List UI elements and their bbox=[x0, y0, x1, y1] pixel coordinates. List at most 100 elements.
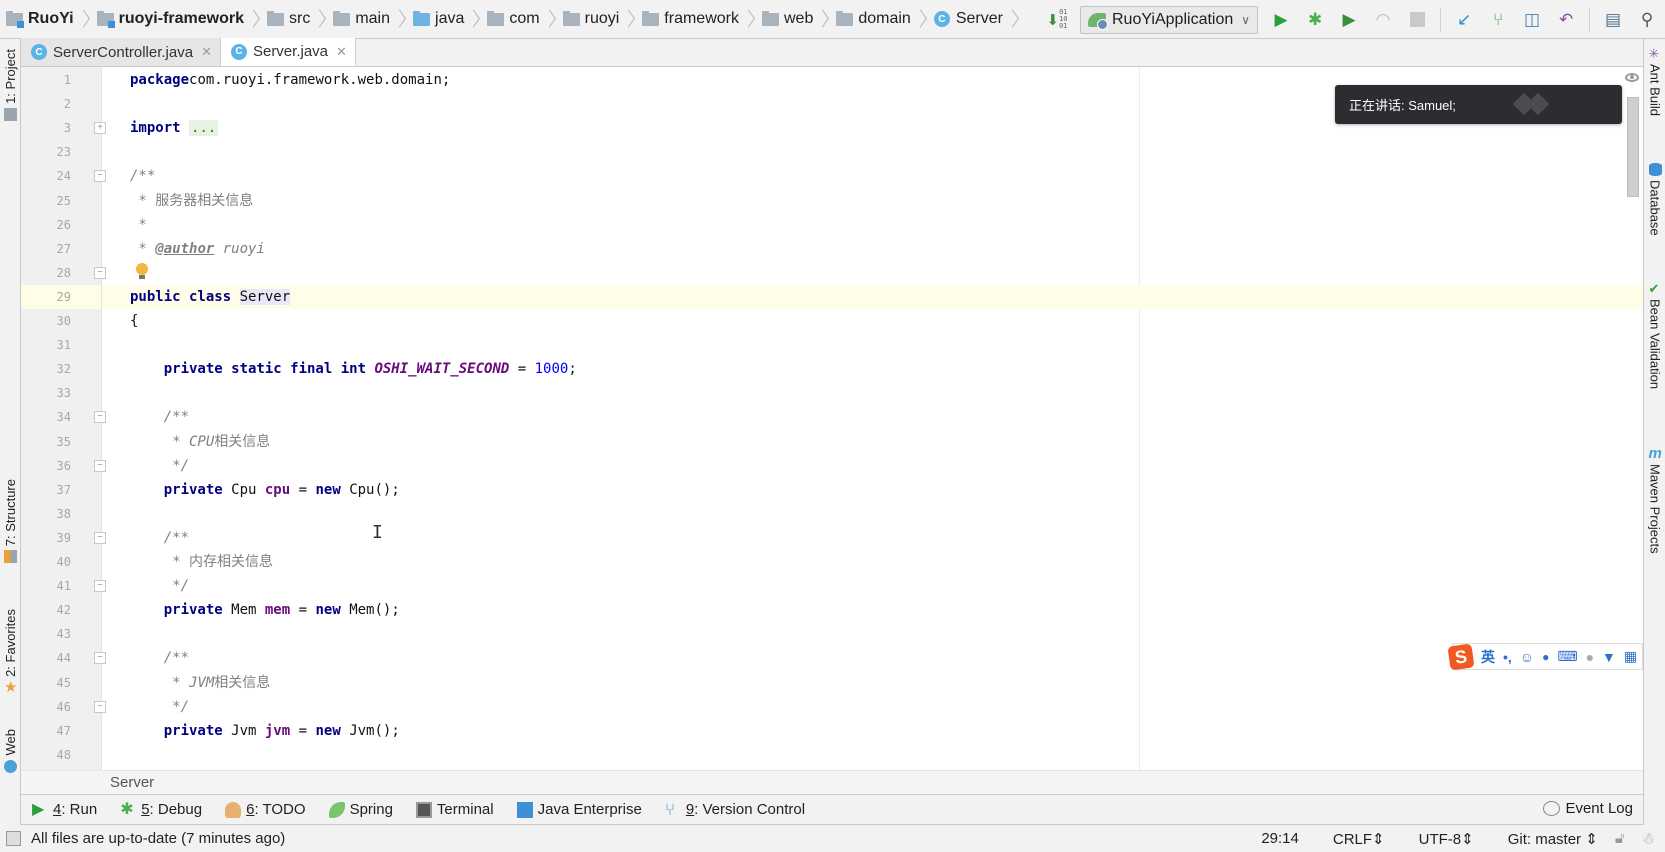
tool-tab-structure[interactable]: 7: Structure bbox=[0, 479, 21, 564]
gutter-row[interactable]: 47 bbox=[21, 719, 101, 743]
ime-skin-icon[interactable]: ▼ bbox=[1602, 649, 1616, 665]
gutter-row[interactable]: 44− bbox=[21, 646, 106, 670]
code-line[interactable] bbox=[102, 622, 1643, 646]
breadcrumb-item-ruoyi[interactable]: ruoyi bbox=[557, 0, 624, 39]
vcs-update-icon[interactable]: ↙ bbox=[1451, 7, 1477, 33]
code-line[interactable]: */ bbox=[102, 454, 1643, 478]
gutter-row[interactable]: 26 bbox=[21, 213, 101, 237]
code-line[interactable]: * @author ruoyi bbox=[102, 237, 1643, 261]
search-icon[interactable]: ⚲ bbox=[1634, 7, 1660, 33]
tool-window-run[interactable]: ▶ 4: Run bbox=[32, 801, 97, 818]
code-line[interactable]: /** bbox=[102, 405, 1643, 429]
ime-emoji-icon[interactable]: ☺ bbox=[1520, 649, 1534, 665]
vcs-commit-icon[interactable]: ⑂ bbox=[1485, 7, 1511, 33]
run-configuration-selector[interactable]: RuoYiApplication ∨ bbox=[1080, 5, 1259, 34]
code-line[interactable]: * 服务器相关信息 bbox=[102, 189, 1643, 213]
code-line[interactable]: { bbox=[102, 309, 1643, 333]
tool-window-java-enterprise[interactable]: Java Enterprise bbox=[516, 801, 642, 818]
tool-tab-database[interactable]: Database bbox=[1644, 163, 1665, 236]
tool-window-terminal[interactable]: Terminal bbox=[415, 801, 494, 818]
tool-tab-bean-validation[interactable]: ✔ Bean Validation bbox=[1644, 282, 1665, 389]
breadcrumb-item-framework[interactable]: framework bbox=[636, 0, 743, 39]
close-icon[interactable]: ✕ bbox=[336, 44, 347, 60]
gutter-row[interactable]: 38 bbox=[21, 502, 101, 526]
gutter-row[interactable]: 3 + bbox=[21, 116, 106, 140]
editor-breadcrumb-item[interactable]: Server bbox=[110, 774, 154, 791]
tool-windows-toggle-icon[interactable] bbox=[6, 831, 21, 846]
gutter-row[interactable]: 28− bbox=[21, 261, 106, 285]
code-line[interactable] bbox=[102, 743, 1643, 767]
code-line[interactable]: /** bbox=[102, 526, 1643, 550]
gutter-row[interactable]: 33 bbox=[21, 381, 101, 405]
code-line[interactable]: */ bbox=[102, 574, 1643, 598]
gutter-row[interactable]: 42 bbox=[21, 598, 101, 622]
ime-menu-icon[interactable]: ▦ bbox=[1624, 648, 1637, 665]
gutter-row[interactable]: 27 bbox=[21, 237, 101, 261]
gutter-row[interactable]: 34− bbox=[21, 405, 106, 429]
code-line[interactable] bbox=[102, 502, 1643, 526]
tool-window-version-control[interactable]: ⑂ 9: Version Control bbox=[665, 801, 805, 819]
ime-account-icon[interactable]: ● bbox=[1586, 649, 1594, 665]
breadcrumb-item-ruoyi-framework[interactable]: ruoyi-framework bbox=[91, 0, 248, 39]
code-line[interactable]: public class Server bbox=[102, 284, 1643, 309]
line-separator-selector[interactable]: CRLF⇕ bbox=[1316, 830, 1385, 848]
gutter-row[interactable]: 48 bbox=[21, 743, 101, 767]
ime-language-toggle[interactable]: 英 bbox=[1481, 647, 1495, 667]
tool-tab-favorites[interactable]: 2: Favorites ★ bbox=[0, 609, 21, 695]
code-line[interactable]: private Mem mem = new Mem(); bbox=[102, 598, 1643, 622]
close-icon[interactable]: ✕ bbox=[201, 44, 212, 60]
coverage-icon[interactable]: ▶ bbox=[1336, 7, 1362, 33]
breadcrumb-item-java[interactable]: java bbox=[407, 0, 468, 39]
build-icon[interactable]: ⬇ 01 10 01 bbox=[1044, 7, 1070, 33]
code-line[interactable]: * CPU相关信息 bbox=[102, 430, 1643, 454]
gutter-row[interactable]: 32 bbox=[21, 357, 101, 381]
tool-tab-project[interactable]: 1: Project bbox=[0, 49, 21, 121]
git-branch-selector[interactable]: Git: master ⇕ bbox=[1491, 830, 1598, 848]
profile-icon[interactable]: ◠ bbox=[1370, 7, 1396, 33]
gutter-row[interactable]: 40 bbox=[21, 550, 101, 574]
gutter-row[interactable]: 36− bbox=[21, 454, 106, 478]
sogou-logo-icon[interactable]: S bbox=[1447, 642, 1475, 671]
breadcrumb-item-server[interactable]: C Server bbox=[928, 0, 1007, 39]
breadcrumb-item-main[interactable]: main bbox=[327, 0, 394, 39]
tool-window-todo[interactable]: 6: TODO bbox=[225, 801, 306, 818]
code-line[interactable]: * JVM相关信息 bbox=[102, 671, 1643, 695]
ime-punctuation-icon[interactable]: •, bbox=[1503, 649, 1512, 665]
gutter-row[interactable]: 39− bbox=[21, 526, 106, 550]
code-editor[interactable]: 1 2 3 + 23 24− 25 26 27 28− 29 30 31 32 33 34− 35 36− 37 38… bbox=[21, 67, 1643, 770]
gutter-row[interactable]: 2 bbox=[21, 92, 101, 116]
debug-icon[interactable]: ✱ bbox=[1302, 7, 1328, 33]
ime-voice-icon[interactable]: ● bbox=[1542, 650, 1549, 664]
lightbulb-icon[interactable] bbox=[134, 262, 150, 281]
gutter-row[interactable]: 30 bbox=[21, 309, 101, 333]
vertical-scrollbar[interactable] bbox=[1627, 97, 1639, 197]
tool-window-debug[interactable]: ✱ 5: Debug bbox=[120, 801, 202, 818]
code-line[interactable]: /** bbox=[102, 164, 1643, 188]
caret-position[interactable]: 29:14 bbox=[1261, 830, 1299, 847]
code-line[interactable] bbox=[102, 333, 1643, 357]
lock-icon[interactable]: 🔓︎ bbox=[1615, 830, 1625, 847]
code-line[interactable] bbox=[102, 140, 1643, 164]
code-line[interactable]: * bbox=[102, 213, 1643, 237]
ime-keyboard-icon[interactable]: ⌨ bbox=[1557, 648, 1577, 665]
code-token[interactable]: ... bbox=[189, 120, 219, 137]
breadcrumb-item-com[interactable]: com bbox=[481, 0, 543, 39]
code-line[interactable]: * 内存相关信息 bbox=[102, 550, 1643, 574]
code-line[interactable]: */ bbox=[102, 695, 1643, 719]
project-structure-icon[interactable]: ▤ bbox=[1600, 7, 1626, 33]
code-line[interactable]: private Jvm jvm = new Jvm(); bbox=[102, 719, 1643, 743]
tool-tab-maven-projects[interactable]: m Maven Projects bbox=[1644, 446, 1665, 554]
revert-icon[interactable]: ↶ bbox=[1553, 7, 1579, 33]
gutter-row[interactable]: 43 bbox=[21, 622, 101, 646]
tool-tab-ant-build[interactable]: ✳ Ant Build bbox=[1644, 47, 1665, 116]
code-line[interactable] bbox=[102, 261, 1643, 285]
tool-window-spring[interactable]: Spring bbox=[328, 801, 393, 818]
tab-server-java[interactable]: C Server.java ✕ bbox=[220, 38, 356, 66]
gutter-row[interactable]: 41− bbox=[21, 574, 106, 598]
gutter-row[interactable]: 25 bbox=[21, 189, 101, 213]
tab-servercontroller-java[interactable]: C ServerController.java ✕ bbox=[21, 38, 221, 66]
stop-icon[interactable] bbox=[1404, 7, 1430, 33]
gutter-row[interactable]: 37 bbox=[21, 478, 101, 502]
event-log-button[interactable]: Event Log bbox=[1543, 800, 1633, 817]
code-line[interactable]: private Cpu cpu = new Cpu(); bbox=[102, 478, 1643, 502]
